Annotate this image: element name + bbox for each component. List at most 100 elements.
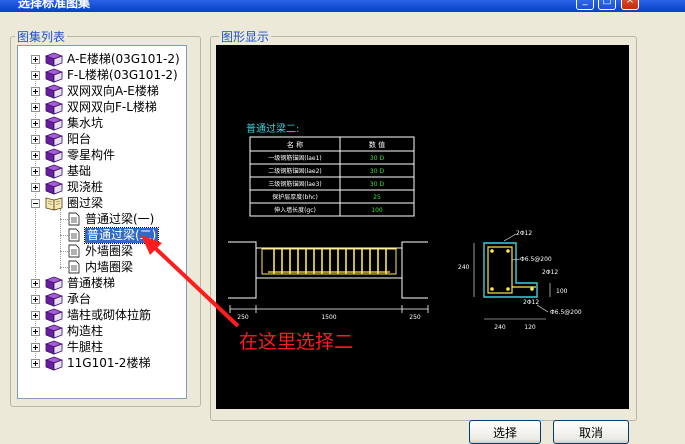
title-bar: 选择标准图集 _ □ × <box>0 0 685 12</box>
table-header: 数 值 <box>369 140 385 149</box>
tree-node[interactable]: 双网双向F-L楼梯 <box>31 99 157 115</box>
tree-node-label: 承台 <box>67 291 92 306</box>
table-cell: 伸入墙长度(gc) <box>274 206 316 214</box>
tree-node[interactable]: 阳台 <box>31 131 91 147</box>
tree-node[interactable]: 零星构件 <box>31 147 115 163</box>
tree-node[interactable]: 现浇桩 <box>31 179 103 195</box>
tree-leaf-label: 外墙圈梁 <box>85 243 134 258</box>
tree-node[interactable]: 构造柱 <box>31 323 103 339</box>
book-icon <box>45 164 63 179</box>
book-icon <box>45 356 63 371</box>
document-icon <box>68 244 80 258</box>
tree-node-label: 基础 <box>67 163 92 178</box>
tree-node-expanded[interactable]: 圈过梁 <box>31 195 103 211</box>
expand-icon[interactable] <box>31 358 40 368</box>
expand-icon[interactable] <box>31 118 40 128</box>
lintel-section: 2Φ12 Φ6.5@200 2Φ12 2Φ12 Φ6.5@200 240 100… <box>458 230 582 331</box>
elevation-dim: 250 <box>409 314 421 321</box>
expand-icon[interactable] <box>31 86 40 96</box>
expand-icon[interactable] <box>31 102 40 112</box>
tree-node[interactable]: 墙柱或砌体拉筋 <box>31 307 151 323</box>
atlas-tree[interactable]: A-E楼梯(03G101-2) F-L楼梯(03G101-2) 双网双向A-E楼… <box>17 45 187 399</box>
book-icon <box>45 52 63 67</box>
minimize-icon: _ <box>582 0 588 6</box>
table-cell: 25 <box>373 194 381 201</box>
table-cell: 100 <box>371 207 383 214</box>
parameter-table: 名 称 数 值 一级钢筋锚固(lae1) 30 D 二级钢筋锚固(lae2) 3… <box>249 136 415 217</box>
tree-node-label: 集水坑 <box>67 115 104 130</box>
book-icon <box>45 292 63 307</box>
maximize-icon: □ <box>602 0 612 6</box>
section-dim: 240 <box>494 324 506 331</box>
select-button[interactable]: 选择 <box>469 420 541 444</box>
book-icon <box>45 116 63 131</box>
expand-icon[interactable] <box>31 70 40 80</box>
close-button[interactable]: × <box>621 0 639 10</box>
section-label: Φ6.5@200 <box>550 309 582 316</box>
window-title: 选择标准图集 <box>18 0 91 10</box>
tree-line <box>60 209 61 269</box>
drawing-preview: 普通过梁二: 名 称 数 值 一级钢筋锚固(lae1) 30 D 二级钢筋锚固(… <box>216 45 629 409</box>
tree-node[interactable]: 双网双向A-E楼梯 <box>31 83 159 99</box>
tree-node-label: F-L楼梯(03G101-2) <box>67 67 178 82</box>
minimize-button[interactable]: _ <box>576 0 594 10</box>
book-icon <box>45 68 63 83</box>
expand-icon[interactable] <box>31 294 40 304</box>
section-dim: 120 <box>524 324 536 331</box>
tree-node[interactable]: 基础 <box>31 163 91 179</box>
collapse-icon[interactable] <box>31 198 40 208</box>
tree-leaf-selected[interactable]: 普通过梁(二) <box>68 226 160 244</box>
tree-node-label: 双网双向F-L楼梯 <box>67 99 157 114</box>
expand-icon[interactable] <box>31 182 40 192</box>
tree-leaf-label: 普通过梁(一) <box>85 211 155 226</box>
lintel-elevation: 250 1500 250 <box>228 241 429 321</box>
tree-leaf[interactable]: 内墙圈梁 <box>68 259 133 275</box>
expand-icon[interactable] <box>31 310 40 320</box>
tree-leaf[interactable]: 外墙圈梁 <box>68 243 133 259</box>
expand-icon[interactable] <box>31 278 40 288</box>
expand-icon[interactable] <box>31 150 40 160</box>
cancel-button[interactable]: 取消 <box>553 420 629 444</box>
table-cell: 30 D <box>370 181 385 188</box>
expand-icon[interactable] <box>31 326 40 336</box>
tree-node-label: 阳台 <box>67 131 92 146</box>
tree-leaf-label: 普通过梁(二) <box>83 226 160 244</box>
book-icon <box>45 148 63 163</box>
tree-node[interactable]: 集水坑 <box>31 115 103 131</box>
section-dim: 100 <box>556 288 568 295</box>
table-cell: 30 D <box>370 155 385 162</box>
atlas-list-label: 图集列表 <box>15 28 68 45</box>
expand-icon[interactable] <box>31 134 40 144</box>
expand-icon[interactable] <box>31 54 40 64</box>
tree-node-label: 现浇桩 <box>67 179 104 194</box>
drawing-title: 普通过梁二: <box>246 122 299 135</box>
maximize-button[interactable]: □ <box>598 0 616 10</box>
elevation-dim: 1500 <box>321 314 336 321</box>
section-label: 2Φ12 <box>542 269 558 276</box>
elevation-dim: 250 <box>237 314 249 321</box>
expand-icon[interactable] <box>31 342 40 352</box>
tree-line <box>60 251 68 252</box>
tree-node[interactable]: A-E楼梯(03G101-2) <box>31 51 180 67</box>
tree-node[interactable]: F-L楼梯(03G101-2) <box>31 67 178 83</box>
table-cell: 30 D <box>370 168 385 175</box>
tree-node[interactable]: 牛腿柱 <box>31 339 103 355</box>
book-icon <box>45 132 63 147</box>
document-icon <box>68 260 80 274</box>
tree-leaf[interactable]: 普通过梁(一) <box>68 211 154 227</box>
tree-node-label: 零星构件 <box>67 147 116 162</box>
tree-node-label: 牛腿柱 <box>67 339 104 354</box>
tree-node-label: 普通楼梯 <box>67 275 116 290</box>
book-icon <box>45 84 63 99</box>
tree-node[interactable]: 承台 <box>31 291 91 307</box>
book-icon <box>45 324 63 339</box>
tree-node-label: 双网双向A-E楼梯 <box>67 83 159 98</box>
close-icon: × <box>625 0 635 6</box>
tree-node-label: 墙柱或砌体拉筋 <box>67 307 152 322</box>
tree-line <box>60 235 68 236</box>
section-label: 2Φ12 <box>516 230 532 237</box>
expand-icon[interactable] <box>31 166 40 176</box>
tree-node[interactable]: 11G101-2楼梯 <box>31 355 150 371</box>
tree-leaf-label: 内墙圈梁 <box>85 259 134 274</box>
tree-node[interactable]: 普通楼梯 <box>31 275 115 291</box>
